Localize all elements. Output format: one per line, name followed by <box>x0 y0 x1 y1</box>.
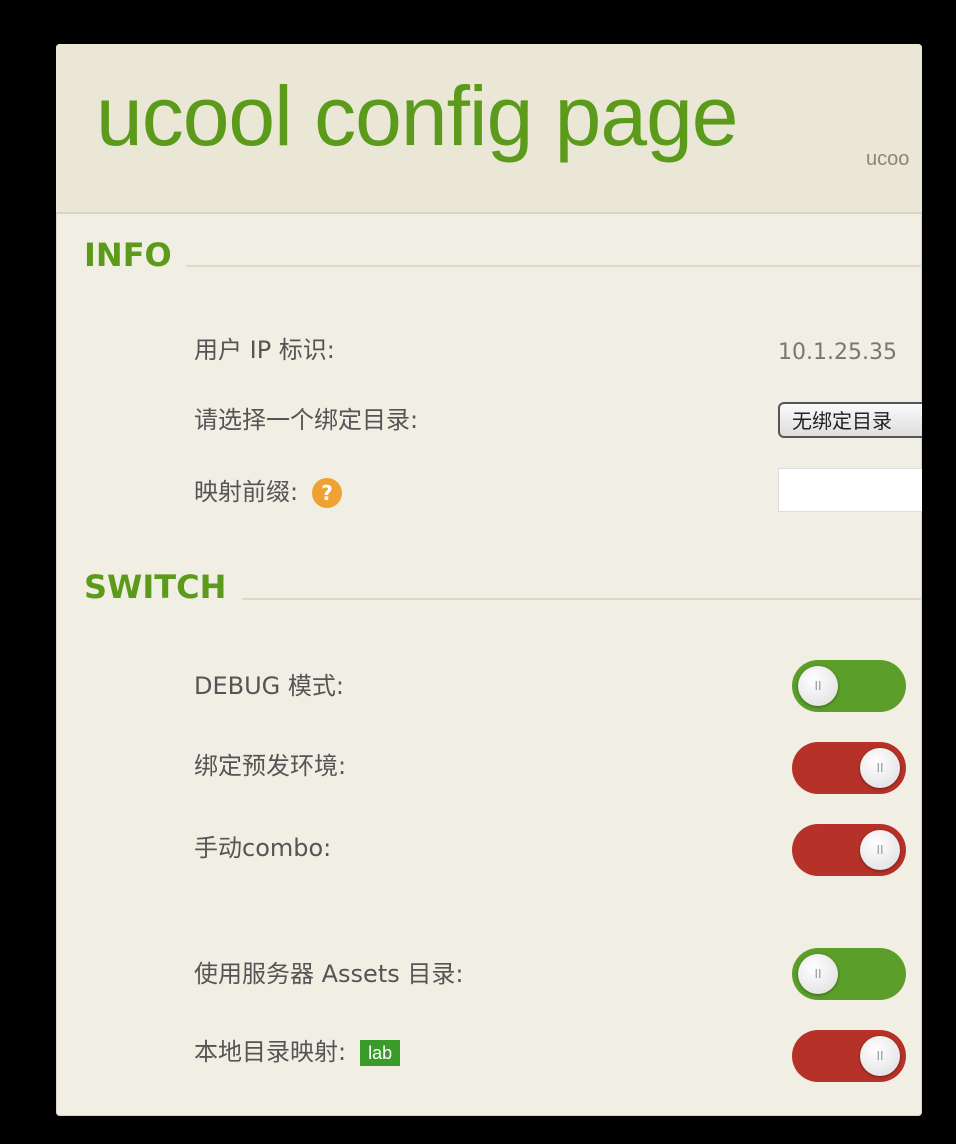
assets-toggle[interactable]: II <box>792 948 906 1000</box>
toggle-knob: II <box>860 830 900 870</box>
switch-label-debug: DEBUG 模式: <box>194 672 344 700</box>
combo-toggle[interactable]: II <box>792 824 906 876</box>
mapping-prefix-input[interactable] <box>778 468 922 512</box>
switch-label-combo: 手动combo: <box>194 834 332 862</box>
page-subtitle: ucoo <box>866 148 910 170</box>
switch-label-assets: 使用服务器 Assets 目录: <box>194 960 464 988</box>
grip-icon: II <box>876 843 884 857</box>
toggle-knob: II <box>860 1036 900 1076</box>
grip-icon: II <box>876 1049 884 1063</box>
mapping-prefix-row: 映射前缀:? <box>194 478 343 508</box>
local-mapping-row: 本地目录映射: lab <box>194 1038 401 1066</box>
debug-toggle[interactable]: II <box>792 660 906 712</box>
config-panel: ucool config page ucoo INFO 用户 IP 标识: 10… <box>56 44 922 1116</box>
grip-icon: II <box>814 967 822 981</box>
info-section-title: INFO <box>84 236 172 274</box>
grip-icon: II <box>814 679 822 693</box>
user-ip-label: 用户 IP 标识: <box>194 336 335 364</box>
toggle-knob: II <box>860 748 900 788</box>
page-title: ucool config page <box>96 69 739 163</box>
page-header: ucool config page ucoo <box>56 44 922 214</box>
grip-icon: II <box>876 761 884 775</box>
help-icon[interactable]: ? <box>312 478 343 508</box>
info-divider <box>186 265 922 267</box>
toggle-knob: II <box>798 666 838 706</box>
switch-divider <box>242 598 922 600</box>
user-ip-value: 10.1.25.35 <box>778 340 897 365</box>
toggle-knob: II <box>798 954 838 994</box>
local-mapping-toggle[interactable]: II <box>792 1030 906 1082</box>
prerelease-toggle[interactable]: II <box>792 742 906 794</box>
mapping-prefix-label: 映射前缀: <box>194 478 299 506</box>
lab-badge: lab <box>360 1040 401 1066</box>
bind-dir-label: 请选择一个绑定目录: <box>194 406 419 434</box>
switch-label-local-mapping: 本地目录映射: <box>194 1038 347 1066</box>
bind-dir-select[interactable]: 无绑定目录 <box>778 402 922 438</box>
switch-section-title: SWITCH <box>84 568 227 606</box>
switch-label-prerelease: 绑定预发环境: <box>194 752 347 780</box>
